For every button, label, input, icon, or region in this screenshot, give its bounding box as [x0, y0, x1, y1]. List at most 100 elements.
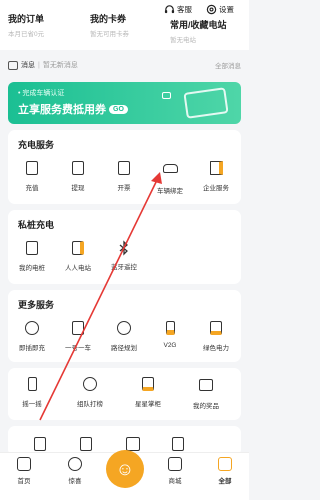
charger-icon — [24, 241, 40, 257]
grid-item-label: 摇一摇 — [22, 401, 42, 408]
car-icon — [162, 164, 178, 180]
activities-card: 摇一摇 组队打榜 星星掌柜 我的奖品 — [8, 368, 241, 420]
charging-services-card: 充电服务 充值 提现 开票 车辆绑定 企业服务 — [8, 130, 241, 204]
grid-item-team-rank[interactable]: 组队打榜 — [68, 376, 112, 408]
id-icon — [70, 321, 86, 337]
grid-item-label: 即插即充 — [19, 345, 45, 352]
customer-service-button[interactable]: 客服 — [164, 4, 192, 15]
my-cards-sub: 暂无可用卡券 — [90, 31, 129, 38]
battery-icon — [162, 321, 178, 337]
grid-item-label: 充值 — [25, 185, 39, 192]
grid-item-my-charger[interactable]: 我的电桩 — [10, 240, 54, 272]
face-icon: ☺ — [115, 458, 135, 479]
charging-services-title: 充电服务 — [18, 140, 55, 150]
nav-surprise[interactable]: 惊喜 — [57, 457, 93, 485]
shop-icon — [168, 457, 182, 471]
my-orders[interactable]: 我的订单 本月已省0元 — [8, 12, 44, 38]
team-icon — [82, 377, 98, 393]
message-separator: | — [38, 61, 40, 69]
all-messages-link[interactable]: 全部消息 — [215, 60, 241, 70]
grid-item-label: 开票 — [117, 185, 131, 192]
grid-item-label: 组队打榜 — [77, 401, 103, 408]
wallet-icon — [24, 161, 40, 177]
grid-item-label: V2G — [163, 342, 177, 349]
grid-item-label: 车辆绑定 — [157, 188, 183, 195]
grid-item-v2g[interactable]: V2G — [148, 320, 192, 349]
vehicle-auth-banner[interactable]: • 完成车辆认证 立享服务费抵用券 GO — [8, 82, 241, 124]
grid-item-label: 企业服务 — [203, 185, 229, 192]
planet-icon — [68, 457, 82, 471]
grid-item-label: 我的奖品 — [193, 403, 219, 410]
message-bar[interactable]: 消息 | 暂无新消息 全部消息 — [0, 55, 249, 75]
shield-icon — [172, 437, 184, 451]
grid-item-label: 一号一车 — [65, 345, 91, 352]
favorite-stations-sub: 暂无电站 — [170, 37, 196, 44]
private-charging-title: 私桩充电 — [18, 220, 55, 230]
settings-label: 设置 — [219, 5, 234, 14]
my-orders-sub: 本月已省0元 — [8, 31, 45, 38]
nav-label: 商城 — [168, 478, 182, 485]
help-icon — [80, 437, 92, 451]
star-icon — [140, 377, 156, 393]
building-icon — [208, 161, 224, 177]
route-icon — [116, 321, 132, 337]
shared-station-icon — [70, 241, 86, 257]
invoice-icon — [116, 161, 132, 177]
license-card-icon — [183, 87, 229, 119]
nav-label: 全部 — [218, 478, 232, 485]
gift-icon — [198, 379, 214, 395]
grid-item-withdraw[interactable]: 提现 — [56, 160, 100, 192]
banner-line1: • 完成车辆认证 — [18, 90, 65, 97]
home-icon — [17, 457, 31, 471]
grid-item-my-prizes[interactable]: 我的奖品 — [184, 376, 228, 410]
grid-item-label: 人人电站 — [65, 265, 91, 272]
customer-service-label: 客服 — [177, 5, 192, 14]
leaf-icon — [208, 321, 224, 337]
settings-button[interactable]: 设置 — [206, 4, 234, 15]
grid-item-recharge[interactable]: 充值 — [10, 160, 54, 192]
grid-item-invoice[interactable]: 开票 — [102, 160, 146, 192]
grid-item-label: 星星掌柜 — [135, 401, 161, 408]
grid-item-label: 提现 — [71, 185, 85, 192]
headset-icon — [164, 5, 175, 14]
grid-item-label: 我的电桩 — [19, 265, 45, 272]
plug-icon — [24, 321, 40, 337]
bluetooth-icon — [116, 240, 132, 256]
grid-item-enterprise[interactable]: 企业服务 — [194, 160, 238, 192]
nav-home[interactable]: 首页 — [6, 457, 42, 485]
card-icon — [126, 437, 140, 451]
nav-shop[interactable]: 商城 — [157, 457, 193, 485]
grid-item-label: 绿色电力 — [203, 345, 229, 352]
grid-item-star-keeper[interactable]: 星星掌柜 — [126, 376, 170, 408]
grid-item-one-car[interactable]: 一号一车 — [56, 320, 100, 352]
camera-icon — [162, 92, 171, 99]
grid-item-bluetooth[interactable]: 蓝牙遥控 — [102, 240, 146, 271]
grid-item-label: 蓝牙遥控 — [111, 264, 137, 271]
grid-item-shared-station[interactable]: 人人电站 — [56, 240, 100, 272]
gear-icon — [206, 4, 217, 15]
my-cards-title: 我的卡券 — [90, 14, 127, 24]
center-scan-button[interactable]: ☺ — [106, 450, 144, 488]
banner-line2: 立享服务费抵用券 GO — [18, 101, 128, 117]
grid-item-plug-and-charge[interactable]: 即插即充 — [10, 320, 54, 352]
favorite-stations[interactable]: 常用/收藏电站 暂无电站 — [170, 18, 227, 44]
all-icon — [218, 457, 232, 471]
grid-item-green-power[interactable]: 绿色电力 — [194, 320, 238, 352]
nav-label: 惊喜 — [68, 478, 82, 485]
grid-item-label: 路径规划 — [111, 345, 137, 352]
private-charging-card: 私桩充电 我的电桩 人人电站 蓝牙遥控 — [8, 210, 241, 284]
shake-icon — [24, 377, 40, 393]
banner-line2-text: 立享服务费抵用券 — [18, 104, 106, 116]
my-orders-title: 我的订单 — [8, 14, 45, 24]
nav-all[interactable]: 全部 — [207, 457, 243, 485]
grid-item-route-planning[interactable]: 路径规划 — [102, 320, 146, 352]
my-cards[interactable]: 我的卡券 暂无可用卡券 — [90, 12, 129, 38]
banner-go-button[interactable]: GO — [109, 104, 128, 114]
message-icon — [8, 60, 18, 70]
nav-label: 首页 — [17, 478, 31, 485]
grid-item-shake[interactable]: 摇一摇 — [10, 376, 54, 408]
top-summary-bar: 我的订单 本月已省0元 我的卡券 暂无可用卡券 常用/收藏电站 暂无电站 客服 … — [0, 0, 249, 50]
grid-item-vehicle-binding[interactable]: 车辆绑定 — [148, 160, 192, 195]
more-services-card: 更多服务 即插即充 一号一车 路径规划 V2G 绿色电力 — [8, 290, 241, 362]
message-label: 消息 — [21, 62, 35, 69]
